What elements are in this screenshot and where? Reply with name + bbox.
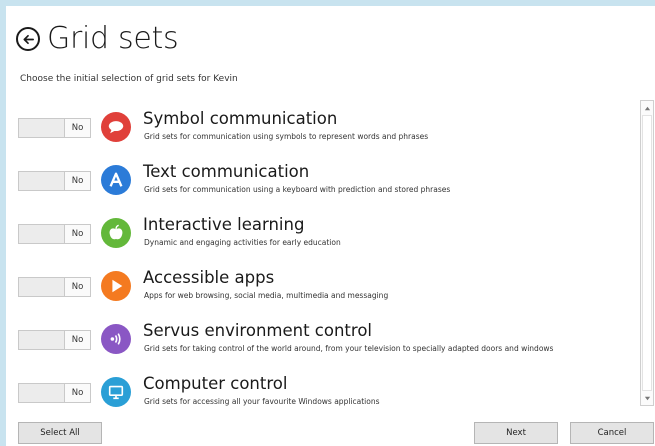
toggle-text-communication[interactable]: No [18, 171, 91, 191]
back-button[interactable] [16, 27, 40, 51]
grid-set-name: Servus environment control [143, 321, 372, 340]
toggle-state-label: No [71, 229, 84, 239]
page-subtitle: Choose the initial selection of grid set… [20, 74, 238, 84]
next-button[interactable]: Next [474, 422, 558, 444]
toggle-interactive-learning[interactable]: No [18, 224, 91, 244]
grid-set-row-computer-control: No Computer control Grid sets for access… [18, 371, 628, 424]
letter-a-icon [101, 165, 131, 195]
toggle-symbol-communication[interactable]: No [18, 118, 91, 138]
toggle-accessible-apps[interactable]: No [18, 277, 91, 297]
toggle-knob [19, 172, 65, 190]
apple-icon [101, 218, 131, 248]
vertical-scrollbar[interactable] [640, 100, 654, 406]
toggle-state-label: No [71, 282, 84, 292]
toggle-servus-environment-control[interactable]: No [18, 330, 91, 350]
grid-set-row-text-communication: No Text communication Grid sets for comm… [18, 159, 628, 212]
grid-set-list: No Symbol communication Grid sets for co… [18, 106, 628, 424]
grid-set-name: Text communication [143, 162, 310, 181]
grid-sets-window: Grid sets Choose the initial selection o… [6, 6, 655, 446]
scrollbar-thumb[interactable] [642, 115, 652, 391]
grid-set-row-symbol-communication: No Symbol communication Grid sets for co… [18, 106, 628, 159]
grid-set-description: Grid sets for accessing all your favouri… [144, 397, 380, 406]
toggle-knob [19, 225, 65, 243]
scroll-down-icon[interactable] [643, 394, 651, 402]
page-title: Grid sets [47, 21, 179, 56]
toggle-computer-control[interactable]: No [18, 383, 91, 403]
cancel-button[interactable]: Cancel [570, 422, 654, 444]
arrow-left-icon [22, 34, 34, 44]
toggle-knob [19, 331, 65, 349]
toggle-state-label: No [71, 123, 84, 133]
grid-set-name: Accessible apps [143, 268, 275, 287]
toggle-knob [19, 278, 65, 296]
toggle-state-label: No [71, 388, 84, 398]
toggle-state-label: No [71, 335, 84, 345]
grid-set-name: Interactive learning [143, 215, 305, 234]
toggle-knob [19, 384, 65, 402]
grid-set-row-servus-environment-control: No Servus environment control Grid sets … [18, 318, 628, 371]
grid-set-name: Symbol communication [143, 109, 338, 128]
grid-set-description: Dynamic and engaging activities for earl… [144, 238, 341, 247]
scroll-up-icon[interactable] [643, 104, 651, 112]
grid-set-row-accessible-apps: No Accessible apps Apps for web browsing… [18, 265, 628, 318]
grid-set-description: Grid sets for communication using a keyb… [144, 185, 451, 194]
toggle-knob [19, 119, 65, 137]
select-all-button[interactable]: Select All [18, 422, 102, 444]
grid-set-description: Grid sets for taking control of the worl… [144, 344, 554, 353]
monitor-icon [101, 377, 131, 407]
grid-set-name: Computer control [143, 374, 288, 393]
toggle-state-label: No [71, 176, 84, 186]
play-icon [101, 271, 131, 301]
grid-set-description: Grid sets for communication using symbol… [144, 132, 429, 141]
speech-bubble-icon [101, 112, 131, 142]
grid-set-row-interactive-learning: No Interactive learning Dynamic and enga… [18, 212, 628, 265]
page-header: Grid sets [16, 21, 179, 56]
grid-set-description: Apps for web browsing, social media, mul… [144, 291, 389, 300]
signal-waves-icon [101, 324, 131, 354]
